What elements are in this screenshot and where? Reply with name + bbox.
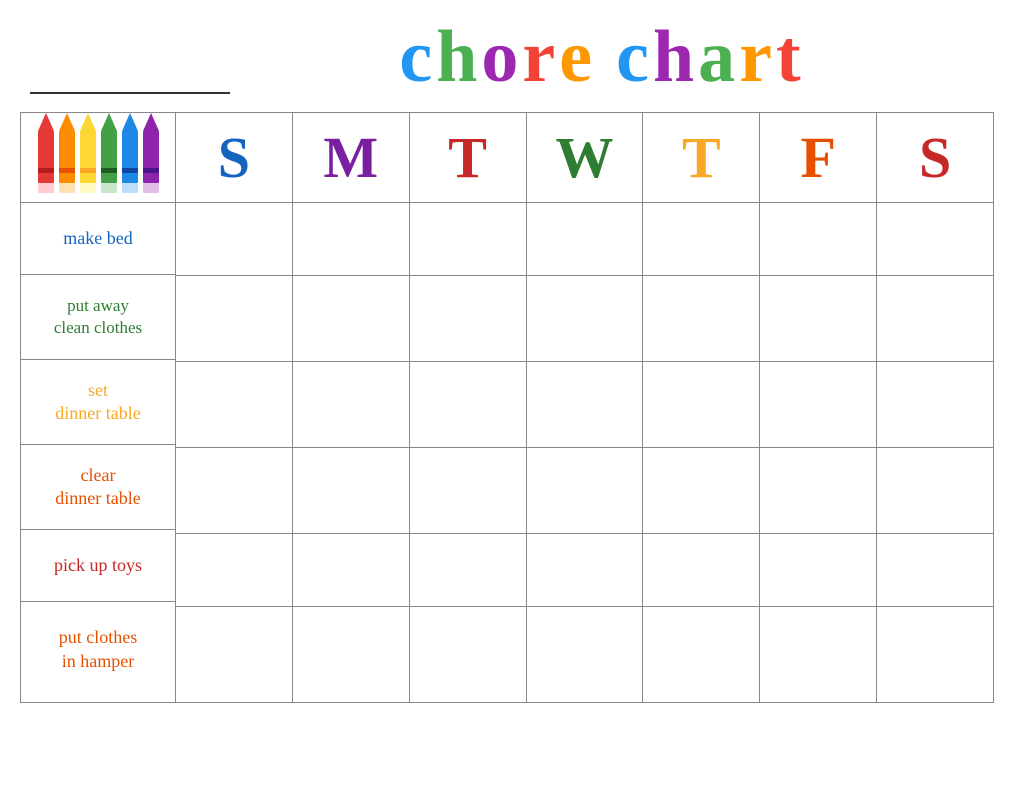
cell-setdinner-wed [527,362,644,447]
cell-putaway-thu [643,276,760,361]
cell-makebed-fri [760,203,877,275]
day-header-sunday: S [176,113,293,202]
cell-makebed-sun [176,203,293,275]
cell-pickup-wed [527,534,644,606]
crayon-orange [58,113,76,198]
title-letter-o: o [481,20,522,94]
chores-column: make bed put awayclean clothes setdinner… [21,113,176,702]
chore-pick-up: pick up toys [21,530,175,602]
cell-makebed-thu [643,203,760,275]
cell-pickup-tue [410,534,527,606]
cell-putclothes-wed [527,607,644,702]
day-header-monday: M [293,113,410,202]
chore-set-dinner: setdinner table [21,360,175,445]
cell-cleardinner-tue [410,448,527,533]
cell-makebed-mon [293,203,410,275]
cell-pickup-sat [877,534,993,606]
row-pick-up [176,534,993,607]
cell-putaway-wed [527,276,644,361]
cell-setdinner-sun [176,362,293,447]
days-header-row: S M T W T F S [176,113,993,203]
title-letter-t: t [776,20,805,94]
cell-setdinner-thu [643,362,760,447]
cell-putclothes-thu [643,607,760,702]
cell-pickup-fri [760,534,877,606]
title-letter-h: h [436,20,481,94]
cell-putclothes-sun [176,607,293,702]
title-letter-c2: c [616,20,653,94]
day-header-friday: F [760,113,877,202]
cell-setdinner-mon [293,362,410,447]
cell-makebed-wed [527,203,644,275]
row-set-dinner [176,362,993,448]
crayon-purple [142,113,160,198]
row-put-away [176,276,993,362]
row-make-bed [176,203,993,276]
day-header-wednesday: W [527,113,644,202]
crayons-cell [21,113,175,203]
cell-putclothes-fri [760,607,877,702]
title-container: c h o r e c h a r t [250,20,994,94]
page: c h o r e c h a r t [0,0,1024,791]
cell-cleardinner-thu [643,448,760,533]
chore-put-away: put awayclean clothes [21,275,175,360]
cell-putaway-mon [293,276,410,361]
day-header-thursday: T [643,113,760,202]
cell-cleardinner-mon [293,448,410,533]
crayon-red [37,113,55,198]
title-letter-r: r [522,20,559,94]
cell-pickup-mon [293,534,410,606]
cell-setdinner-tue [410,362,527,447]
cell-putclothes-sat [877,607,993,702]
cell-makebed-sat [877,203,993,275]
title-letter-h2: h [653,20,698,94]
cell-makebed-tue [410,203,527,275]
cell-cleardinner-sat [877,448,993,533]
title-letter-e: e [559,20,596,94]
crayons [32,113,165,203]
cell-putclothes-mon [293,607,410,702]
title-letter-a: a [698,20,739,94]
page-title: c h o r e c h a r t [399,20,804,94]
header: c h o r e c h a r t [20,20,994,94]
cell-setdinner-sat [877,362,993,447]
row-put-clothes [176,607,993,702]
cell-cleardinner-sun [176,448,293,533]
cell-setdinner-fri [760,362,877,447]
cell-putaway-fri [760,276,877,361]
cell-putaway-sun [176,276,293,361]
crayon-green [100,113,118,198]
cell-putaway-sat [877,276,993,361]
row-clear-dinner [176,448,993,534]
title-space [596,21,616,93]
chore-put-clothes: put clothesin hamper [21,602,175,697]
crayon-yellow [79,113,97,198]
crayon-blue [121,113,139,198]
name-line [30,64,230,94]
cell-pickup-thu [643,534,760,606]
title-letter-r2: r [739,20,776,94]
cell-cleardinner-wed [527,448,644,533]
day-header-tuesday: T [410,113,527,202]
cell-cleardinner-fri [760,448,877,533]
cell-pickup-sun [176,534,293,606]
day-header-saturday: S [877,113,993,202]
chore-make-bed: make bed [21,203,175,275]
chore-clear-dinner: cleardinner table [21,445,175,530]
days-grid: S M T W T F S [176,113,993,702]
cell-putclothes-tue [410,607,527,702]
chore-chart: make bed put awayclean clothes setdinner… [20,112,994,703]
cell-putaway-tue [410,276,527,361]
title-letter-c1: c [399,20,436,94]
